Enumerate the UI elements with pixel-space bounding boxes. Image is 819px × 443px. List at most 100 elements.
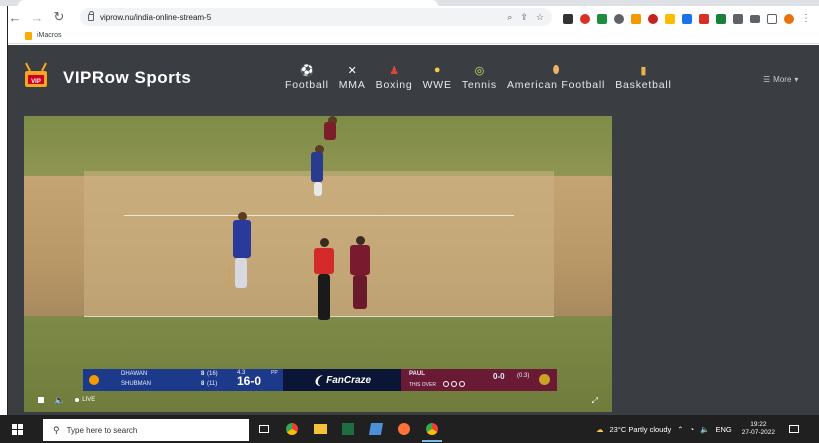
fancraze-logo-icon: ❨ xyxy=(312,374,323,387)
share-icon[interactable]: ⇪ xyxy=(520,12,528,23)
zoom-icon[interactable]: ⌕ xyxy=(507,12,512,23)
extension-icon[interactable] xyxy=(665,13,675,24)
nav-item-label: WWE xyxy=(422,79,452,91)
kebab-menu-icon[interactable]: ⋮ xyxy=(801,13,811,24)
stop-icon[interactable] xyxy=(38,397,44,403)
live-dot-icon xyxy=(75,398,80,402)
player-controls: 🔈 LIVE ⤢ xyxy=(24,388,612,412)
address-url[interactable]: viprow.nu/india-online-stream-5 xyxy=(100,13,211,22)
notification-icon[interactable] xyxy=(788,425,799,433)
bowler-figure xyxy=(356,236,365,245)
nav-item-label: Tennis xyxy=(461,79,497,91)
file-explorer-icon[interactable] xyxy=(310,419,330,439)
west-indies-crest-icon xyxy=(539,374,550,385)
team-total: 16-0 xyxy=(237,374,262,388)
profile-avatar[interactable] xyxy=(784,13,794,24)
nav-item-american-football[interactable]: ⬮ American Football xyxy=(507,63,605,92)
back-icon[interactable]: ← xyxy=(6,8,24,26)
site-brand[interactable]: VIPRow Sports xyxy=(63,68,191,88)
this-over-balls xyxy=(443,381,465,387)
extension-icon[interactable] xyxy=(648,13,658,24)
nav-item-label: Basketball xyxy=(615,79,672,91)
nav-item-label: Boxing xyxy=(375,79,413,91)
address-bar[interactable]: viprow.nu/india-online-stream-5 ⌕ ⇪ ☆ xyxy=(80,8,552,26)
more-menu[interactable]: ☰ More ▾ xyxy=(763,75,798,84)
extension-icon[interactable] xyxy=(563,13,573,24)
nav-item-football[interactable]: ⚽ Football xyxy=(285,63,329,92)
reading-list-icon[interactable] xyxy=(750,14,760,23)
bowler-legs xyxy=(353,275,367,309)
viprow-logo[interactable]: VIP xyxy=(22,61,50,93)
chrome-icon[interactable] xyxy=(282,419,302,439)
system-tray: ☁ 23°C Partly cloudy ⌃ ◔ 🔈 ENG 19:22 27-… xyxy=(596,415,799,443)
batter2-score: 8 xyxy=(201,381,205,387)
bookmark-star-icon[interactable]: ☆ xyxy=(536,12,544,23)
extension-icon[interactable] xyxy=(580,13,590,24)
windows-taskbar: ⚲ Type here to search ☁ 23°C Partly clou… xyxy=(0,415,819,443)
bookmark-imacros[interactable]: iMacros xyxy=(37,32,62,39)
search-icon: ⚲ xyxy=(53,424,60,435)
video-player[interactable]: DHAWAN SHUBMAN 8 (16) 8 (11) 4.3 PP 16-0… xyxy=(24,116,612,412)
nav-item-boxing[interactable]: ♟ Boxing xyxy=(375,63,413,92)
volume-icon[interactable]: 🔈 xyxy=(54,395,65,406)
batter1-balls: (16) xyxy=(207,371,218,377)
batter1-score: 8 xyxy=(201,371,205,377)
mma-icon: ✕ xyxy=(347,64,357,77)
chrome-active-icon[interactable] xyxy=(422,419,442,442)
extension-icon[interactable] xyxy=(597,13,607,24)
weather-text[interactable]: 23°C Partly cloudy xyxy=(610,425,672,434)
taskbar-search[interactable]: ⚲ Type here to search xyxy=(43,419,249,441)
weather-icon[interactable]: ☁ xyxy=(596,425,604,434)
nav-item-wwe[interactable]: ● WWE xyxy=(423,63,452,91)
live-label: LIVE xyxy=(82,397,96,403)
sports-nav: ⚽ Football ✕ MMA ♟ Boxing ● WWE ◎ Tennis ⬮ American… xyxy=(285,63,682,92)
nav-item-tennis[interactable]: ◎ Tennis xyxy=(461,63,497,92)
ball-dot-icon xyxy=(451,381,457,387)
extension-icon[interactable] xyxy=(631,13,641,24)
bat xyxy=(228,266,231,288)
firefox-icon[interactable] xyxy=(394,419,414,439)
reload-icon[interactable]: ↻ xyxy=(50,8,68,26)
ball-dot-icon xyxy=(443,381,449,387)
speaker-icon[interactable]: 🔈 xyxy=(700,425,709,434)
windows-start-icon[interactable] xyxy=(0,415,34,443)
sponsor-name: FanCraze xyxy=(326,374,372,386)
network-icon[interactable]: ◔ xyxy=(690,425,695,434)
extension-icon[interactable] xyxy=(716,13,726,24)
basketball-icon: ▮ xyxy=(640,64,647,77)
nav-item-mma[interactable]: ✕ MMA xyxy=(339,63,366,92)
batter2-balls: (11) xyxy=(207,381,218,387)
batter-near-pads xyxy=(235,258,247,288)
umpire-figure xyxy=(314,248,334,274)
hamburger-icon: ☰ xyxy=(763,75,771,84)
tennis-icon: ◎ xyxy=(474,64,485,77)
caret-down-icon: ▾ xyxy=(794,75,799,84)
lock-icon[interactable] xyxy=(88,10,94,21)
extension-icon[interactable] xyxy=(682,13,692,24)
bowler-overs: (0.3) xyxy=(517,373,530,379)
puzzle-icon[interactable] xyxy=(733,13,743,24)
more-label: More xyxy=(773,75,792,84)
task-view-icon[interactable] xyxy=(254,419,274,439)
clock[interactable]: 19:22 27-07-2022 xyxy=(742,421,775,437)
viprow-page: VIP VIPRow Sports ⚽ Football ✕ MMA ♟ Boxing ● W… xyxy=(8,45,819,415)
app-icon[interactable] xyxy=(366,419,386,439)
forward-icon[interactable]: → xyxy=(28,8,46,26)
side-panel-icon[interactable] xyxy=(767,13,777,24)
batter-near-figure xyxy=(233,220,251,258)
wwe-icon: ● xyxy=(433,64,441,76)
batter2-name: SHUBMAN xyxy=(121,381,152,387)
taskbar-apps xyxy=(254,419,442,442)
player-figure xyxy=(324,122,336,140)
extension-icon[interactable] xyxy=(699,13,709,24)
extension-icon[interactable] xyxy=(614,13,624,24)
taskbar-search-placeholder: Type here to search xyxy=(66,425,138,435)
batter-far-figure xyxy=(311,152,323,182)
tray-chevron-icon[interactable]: ⌃ xyxy=(677,425,683,434)
fullscreen-icon[interactable]: ⤢ xyxy=(592,396,598,406)
language-indicator[interactable]: ENG xyxy=(715,425,731,434)
excel-icon[interactable] xyxy=(338,419,358,439)
nav-item-basketball[interactable]: ▮ Basketball xyxy=(615,63,672,92)
logo-text: VIP xyxy=(31,79,41,85)
umpire-figure xyxy=(320,238,329,247)
